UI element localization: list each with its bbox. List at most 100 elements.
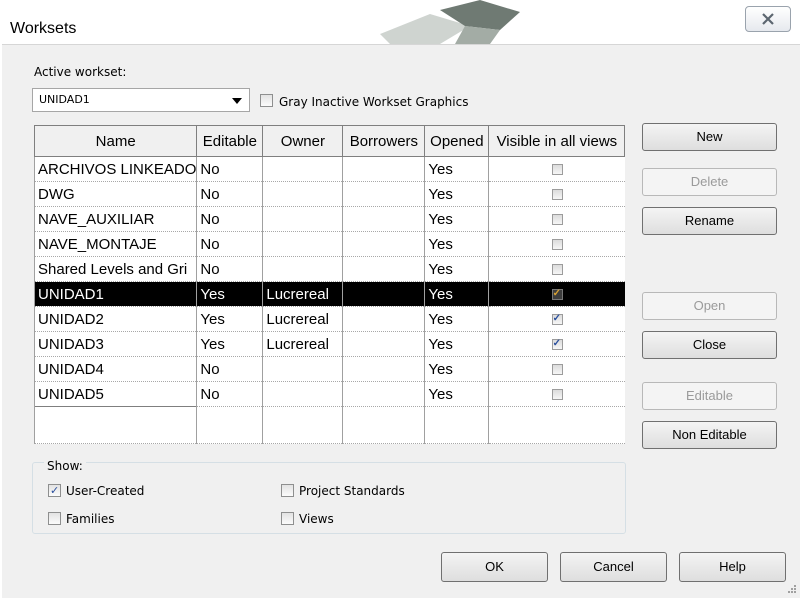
cell-owner[interactable]	[262, 156, 343, 182]
table-row[interactable]: UNIDAD4 No Yes	[33, 356, 625, 382]
cell-borrowers[interactable]	[342, 231, 425, 257]
help-button[interactable]: Help	[679, 552, 786, 582]
cell-editable[interactable]: No	[196, 231, 263, 257]
table-row[interactable]: ARCHIVOS LINKEADO No Yes	[33, 156, 625, 182]
column-header-opened[interactable]: Opened	[424, 125, 490, 157]
table-row-empty[interactable]	[33, 406, 625, 444]
cell-opened[interactable]: Yes	[424, 281, 489, 307]
non-editable-button[interactable]: Non Editable	[642, 421, 777, 449]
column-header-borrowers[interactable]: Borrowers	[342, 125, 426, 157]
cell-name[interactable]: UNIDAD1	[33, 281, 197, 307]
cell-editable[interactable]: No	[196, 181, 263, 207]
cell-name[interactable]: NAVE_AUXILIAR	[33, 206, 197, 232]
cell-borrowers[interactable]	[342, 156, 425, 182]
visible-checkbox[interactable]: ✓	[551, 288, 563, 301]
cell-editable[interactable]: No	[196, 381, 263, 407]
cell-name[interactable]: UNIDAD2	[33, 306, 197, 332]
table-row[interactable]: Shared Levels and Gri No Yes	[33, 256, 625, 282]
close-window-button[interactable]	[745, 6, 791, 32]
table-row[interactable]: UNIDAD1 Yes Lucrereal Yes ✓	[33, 281, 625, 307]
cell-editable[interactable]: Yes	[196, 306, 263, 332]
ok-button[interactable]: OK	[441, 552, 548, 582]
cell-owner[interactable]	[262, 356, 343, 382]
cell-opened[interactable]: Yes	[424, 156, 489, 182]
cell-name[interactable]: UNIDAD3	[33, 331, 197, 357]
cell-opened[interactable]: Yes	[424, 206, 489, 232]
visible-checkbox[interactable]	[551, 214, 563, 226]
visible-checkbox[interactable]: ✓	[551, 338, 563, 351]
cell-opened[interactable]: Yes	[424, 306, 489, 332]
table-row[interactable]: NAVE_MONTAJE No Yes	[33, 231, 625, 257]
visible-checkbox[interactable]	[551, 389, 563, 401]
table-row[interactable]: UNIDAD2 Yes Lucrereal Yes ✓	[33, 306, 625, 332]
delete-button[interactable]: Delete	[642, 168, 777, 196]
cell-borrowers[interactable]	[342, 306, 425, 332]
cell-owner[interactable]	[262, 231, 343, 257]
cell-owner[interactable]	[262, 181, 343, 207]
cell-owner[interactable]: Lucrereal	[262, 306, 343, 332]
cell-opened[interactable]: Yes	[424, 231, 489, 257]
user-created-checkbox[interactable]: ✓	[48, 484, 61, 497]
column-header-owner[interactable]: Owner	[262, 125, 344, 157]
rename-button[interactable]: Rename	[642, 207, 777, 235]
column-header-visible[interactable]: Visible in all views	[488, 125, 626, 157]
project-standards-checkbox[interactable]: ✓	[281, 484, 294, 497]
cell-owner[interactable]	[262, 256, 343, 282]
cell-editable[interactable]: Yes	[196, 281, 263, 307]
cell-borrowers[interactable]	[342, 256, 425, 282]
cell-owner[interactable]: Lucrereal	[262, 281, 343, 307]
table-header: Name Editable Owner Borrowers Opened Vis…	[33, 125, 626, 157]
cell-borrowers[interactable]	[342, 281, 425, 307]
views-checkbox[interactable]: ✓	[281, 512, 294, 525]
table-row[interactable]: UNIDAD5 No Yes	[33, 381, 625, 407]
cell-opened[interactable]: Yes	[424, 256, 489, 282]
table-row[interactable]: NAVE_AUXILIAR No Yes	[33, 206, 625, 232]
families-checkbox[interactable]: ✓	[48, 512, 61, 525]
cell-borrowers[interactable]	[342, 356, 425, 382]
close-button[interactable]: Close	[642, 331, 777, 359]
empty-cell	[196, 406, 263, 444]
cancel-button[interactable]: Cancel	[560, 552, 667, 582]
cell-visible	[488, 206, 625, 232]
cell-opened[interactable]: Yes	[424, 381, 489, 407]
visible-checkbox[interactable]	[551, 164, 563, 176]
cell-owner[interactable]	[262, 381, 343, 407]
cell-editable[interactable]: No	[196, 206, 263, 232]
editable-button[interactable]: Editable	[642, 382, 777, 410]
visible-checkbox[interactable]	[551, 189, 563, 201]
open-button[interactable]: Open	[642, 292, 777, 320]
cell-opened[interactable]: Yes	[424, 181, 489, 207]
column-header-editable[interactable]: Editable	[196, 125, 264, 157]
cell-editable[interactable]: No	[196, 156, 263, 182]
visible-checkbox[interactable]	[551, 264, 563, 276]
cell-owner[interactable]	[262, 206, 343, 232]
table-row[interactable]: DWG No Yes	[33, 181, 625, 207]
cell-editable[interactable]: No	[196, 256, 263, 282]
cell-borrowers[interactable]	[342, 381, 425, 407]
visible-checkbox[interactable]	[551, 364, 563, 376]
column-header-name[interactable]: Name	[33, 125, 198, 157]
cell-opened[interactable]: Yes	[424, 331, 489, 357]
cell-name[interactable]: UNIDAD5	[33, 381, 197, 407]
gray-inactive-checkbox[interactable]: ✓	[260, 94, 273, 107]
visible-checkbox[interactable]: ✓	[551, 313, 563, 326]
table-row[interactable]: UNIDAD3 Yes Lucrereal Yes ✓	[33, 331, 625, 357]
visible-checkbox[interactable]	[551, 239, 563, 251]
cell-name[interactable]: DWG	[33, 181, 197, 207]
active-workset-value: UNIDAD1	[39, 93, 90, 106]
background-graphic	[380, 0, 520, 44]
cell-borrowers[interactable]	[342, 181, 425, 207]
cell-name[interactable]: UNIDAD4	[33, 356, 197, 382]
cell-opened[interactable]: Yes	[424, 356, 489, 382]
cell-borrowers[interactable]	[342, 331, 425, 357]
cell-editable[interactable]: Yes	[196, 331, 263, 357]
cell-editable[interactable]: No	[196, 356, 263, 382]
cell-name[interactable]: ARCHIVOS LINKEADO	[33, 156, 197, 182]
cell-owner[interactable]: Lucrereal	[262, 331, 343, 357]
active-workset-dropdown[interactable]: UNIDAD1	[32, 88, 250, 112]
cell-name[interactable]: Shared Levels and Gri	[33, 256, 197, 282]
new-button[interactable]: New	[642, 123, 777, 151]
cell-borrowers[interactable]	[342, 206, 425, 232]
cell-name[interactable]: NAVE_MONTAJE	[33, 231, 197, 257]
resize-grip-icon[interactable]	[786, 583, 796, 593]
